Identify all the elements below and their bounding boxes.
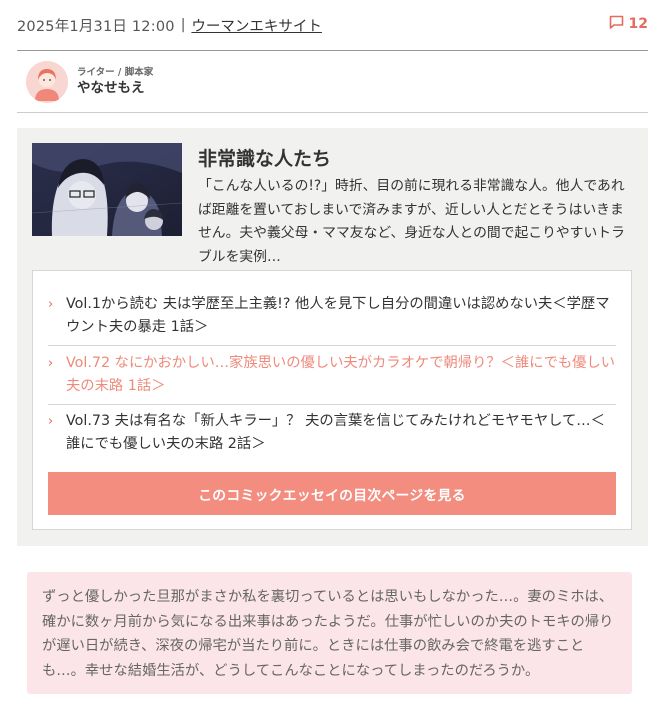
- author-block[interactable]: ライター / 脚本家 やなせもえ: [26, 60, 648, 104]
- episode-label: Vol.1から読む 夫は学歴至上主義!? 他人を見下し自分の間違いは認めない夫＜…: [66, 296, 610, 335]
- lead-summary: ずっと優しかった旦那がまさか私を裏切っているとは思いもしなかった…。妻のミホは、…: [27, 572, 632, 694]
- meta-separator: |: [180, 17, 186, 33]
- episode-item-current[interactable]: › Vol.72 なにかおかしい…家族思いの優しい夫がカラオケで朝帰り？＜誰にで…: [48, 352, 616, 398]
- source-link[interactable]: ウーマンエキサイト: [191, 15, 322, 36]
- chevron-right-icon: ›: [48, 414, 54, 429]
- publish-date: 2025年1月31日 12:00: [17, 18, 175, 35]
- series-box: 非常識な人たち 「こんな人いるの!?」時折、目の前に現れる非常識な人。他人であれ…: [17, 128, 648, 546]
- meta-divider: [17, 50, 648, 51]
- chevron-right-icon: ›: [48, 356, 54, 371]
- episode-label: Vol.73 夫は有名な「新人キラー」？ 夫の言葉を信じてみたけれどモヤモヤして…: [66, 413, 605, 452]
- episode-divider: [48, 345, 616, 346]
- avatar: [26, 61, 68, 103]
- episode-item[interactable]: › Vol.73 夫は有名な「新人キラー」？ 夫の言葉を信じてみたけれどモヤモヤ…: [48, 410, 616, 456]
- article-meta: 2025年1月31日 12:00 | ウーマンエキサイト 12: [17, 14, 648, 36]
- speech-bubble-icon: [609, 15, 624, 33]
- author-role: ライター / 脚本家: [77, 67, 154, 78]
- series-description: 「こんな人いるの!?」時折、目の前に現れる非常識な人。他人であれば距離を置いてお…: [198, 178, 625, 265]
- comment-count: 12: [628, 16, 648, 32]
- episode-divider: [48, 404, 616, 405]
- series-title[interactable]: 非常識な人たち: [198, 144, 331, 171]
- episode-item[interactable]: › Vol.1から読む 夫は学歴至上主義!? 他人を見下し自分の間違いは認めない…: [48, 293, 616, 339]
- episode-list: › Vol.1から読む 夫は学歴至上主義!? 他人を見下し自分の間違いは認めない…: [32, 270, 632, 530]
- chevron-right-icon: ›: [48, 297, 54, 312]
- series-thumbnail[interactable]: [32, 143, 182, 236]
- author-name[interactable]: やなせもえ: [77, 79, 153, 98]
- author-divider: [17, 112, 648, 113]
- episode-label: Vol.72 なにかおかしい…家族思いの優しい夫がカラオケで朝帰り？＜誰にでも優…: [66, 355, 616, 394]
- toc-button[interactable]: このコミックエッセイの目次ページを見る: [48, 472, 616, 515]
- comments-link[interactable]: 12: [609, 15, 648, 33]
